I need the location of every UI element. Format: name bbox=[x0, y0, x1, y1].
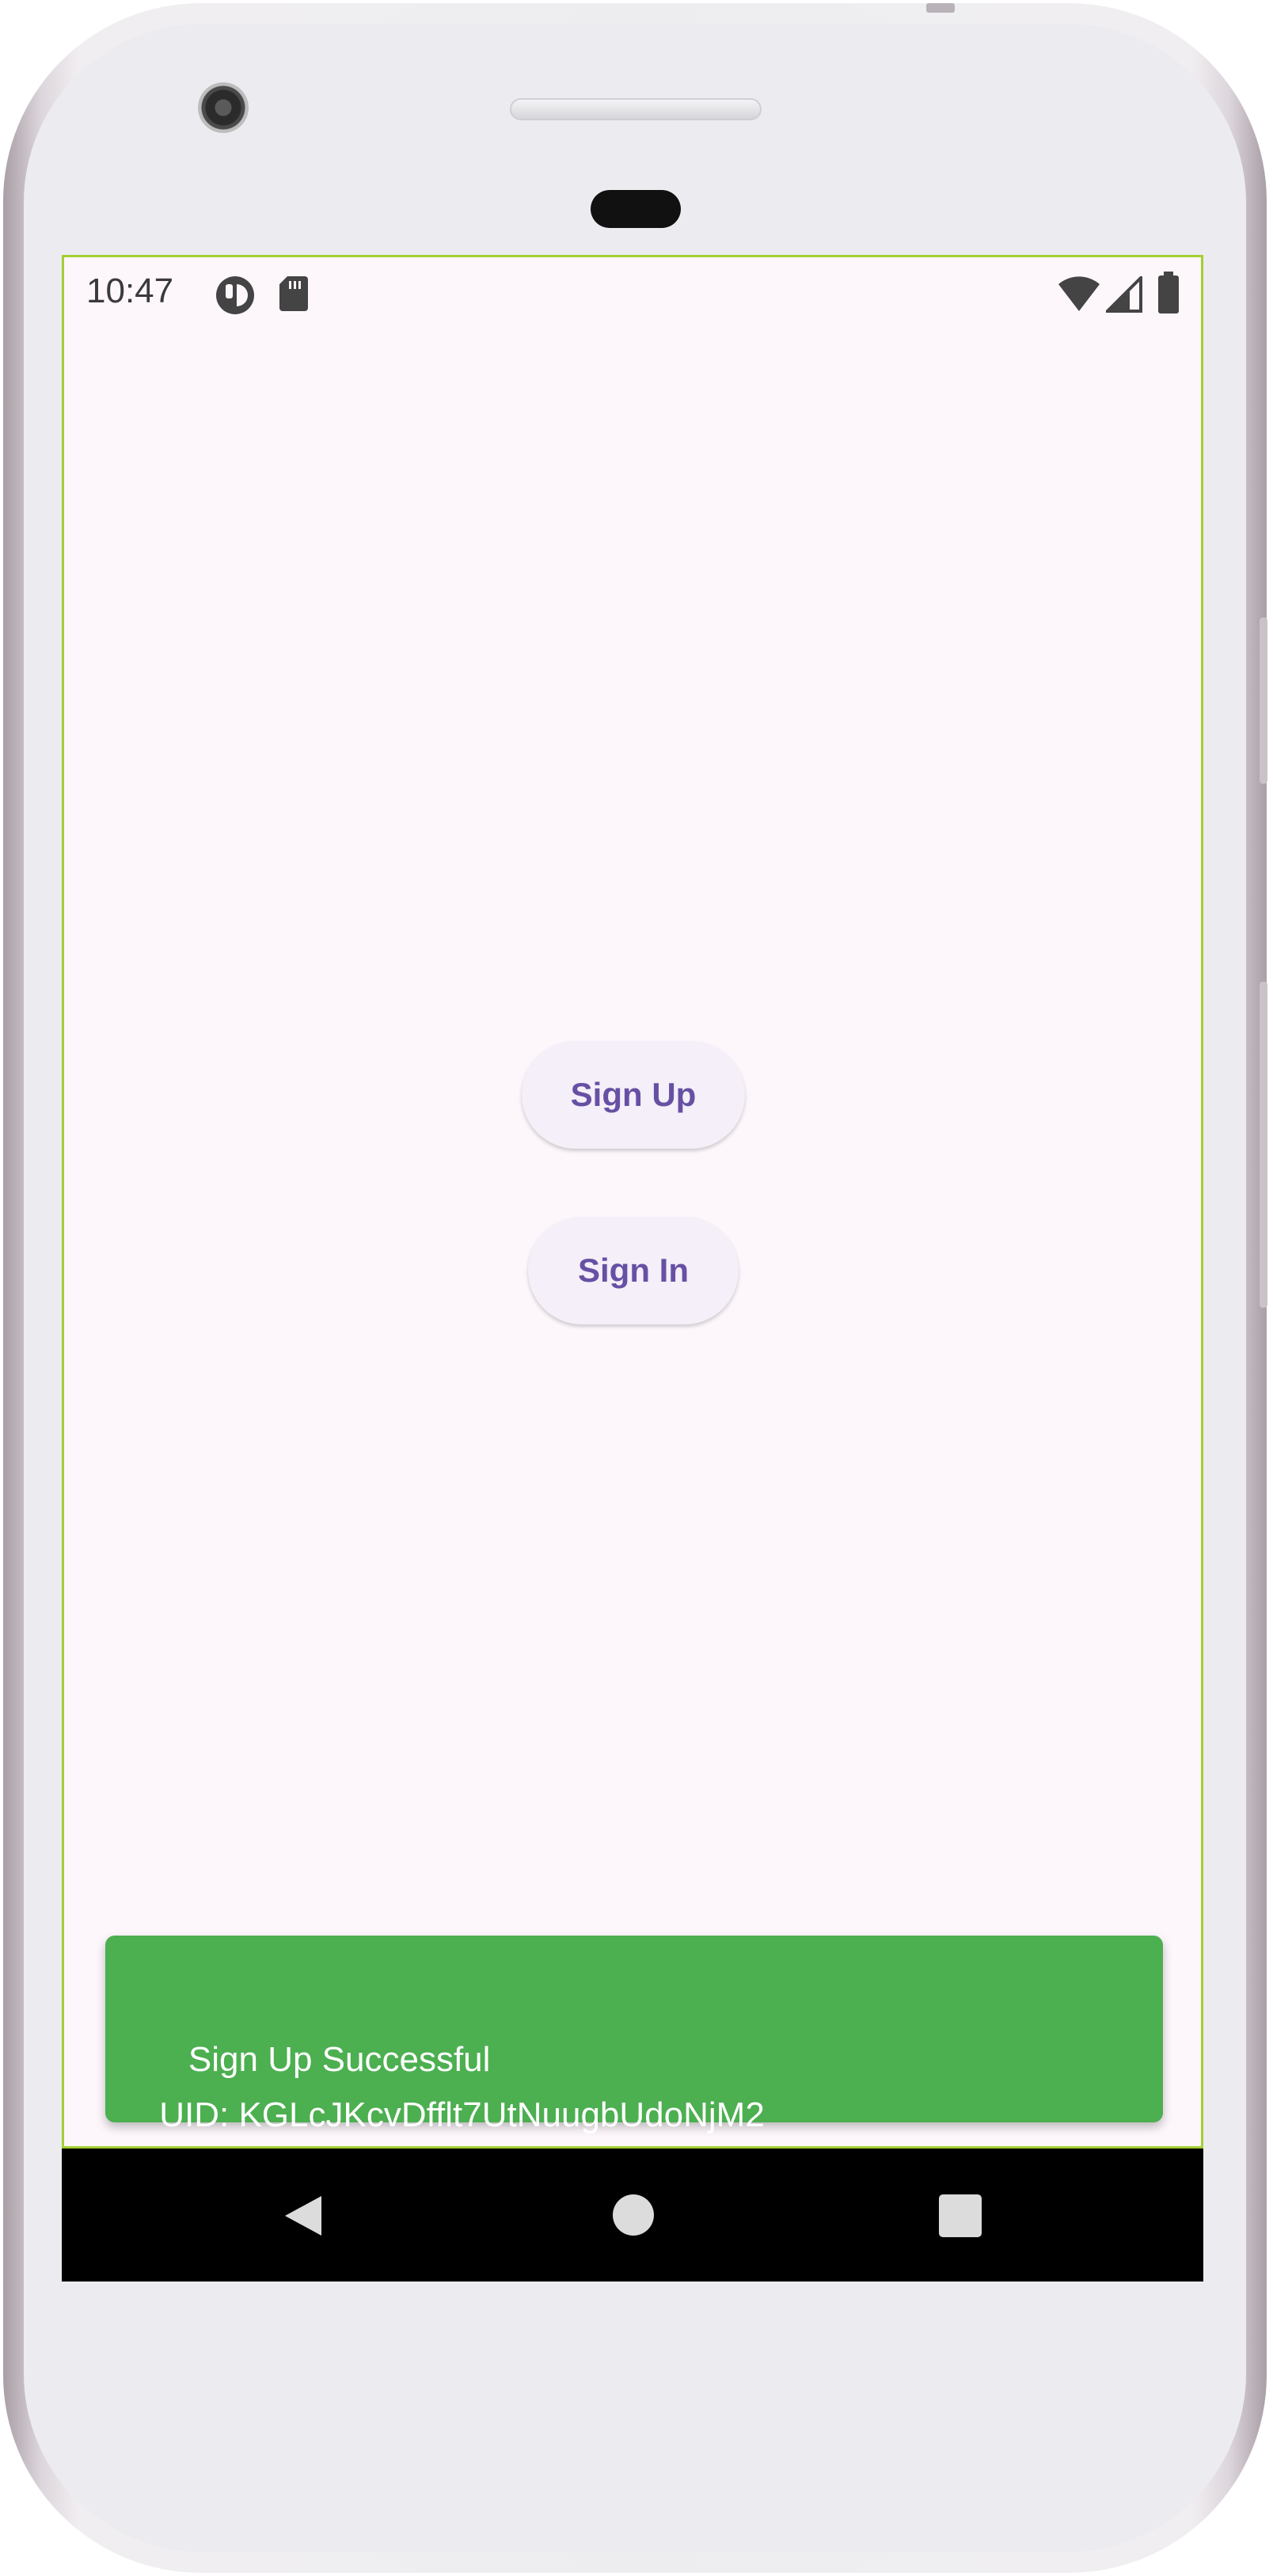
home-icon[interactable] bbox=[613, 2194, 654, 2236]
app-notification-icon bbox=[215, 275, 256, 319]
battery-icon bbox=[1157, 272, 1180, 317]
top-button bbox=[926, 3, 955, 13]
side-button bbox=[1260, 617, 1267, 784]
earpiece-speaker bbox=[510, 98, 762, 120]
sd-card-icon bbox=[278, 275, 310, 316]
app-screen: 10:47 Sign Up Sign In Sign Up Successful… bbox=[62, 255, 1203, 2149]
navigation-bar bbox=[62, 2149, 1203, 2282]
volume-button bbox=[1260, 982, 1267, 1308]
snackbar: Sign Up Successful UID: KGLcJKcvDfflt7Ut… bbox=[105, 1936, 1163, 2134]
front-camera bbox=[198, 82, 249, 133]
back-icon[interactable] bbox=[280, 2193, 325, 2242]
sign-in-button[interactable]: Sign In bbox=[528, 1217, 739, 1324]
status-bar: 10:47 bbox=[64, 257, 1201, 329]
recents-icon[interactable] bbox=[939, 2194, 982, 2237]
wifi-icon bbox=[1057, 275, 1101, 316]
snackbar-message: Sign Up Successful UID: KGLcJKcvDfflt7Ut… bbox=[159, 2040, 765, 2134]
status-time: 10:47 bbox=[86, 272, 174, 310]
cell-signal-icon bbox=[1104, 274, 1142, 316]
sign-up-button[interactable]: Sign Up bbox=[522, 1041, 745, 1149]
proximity-sensor bbox=[591, 190, 681, 228]
